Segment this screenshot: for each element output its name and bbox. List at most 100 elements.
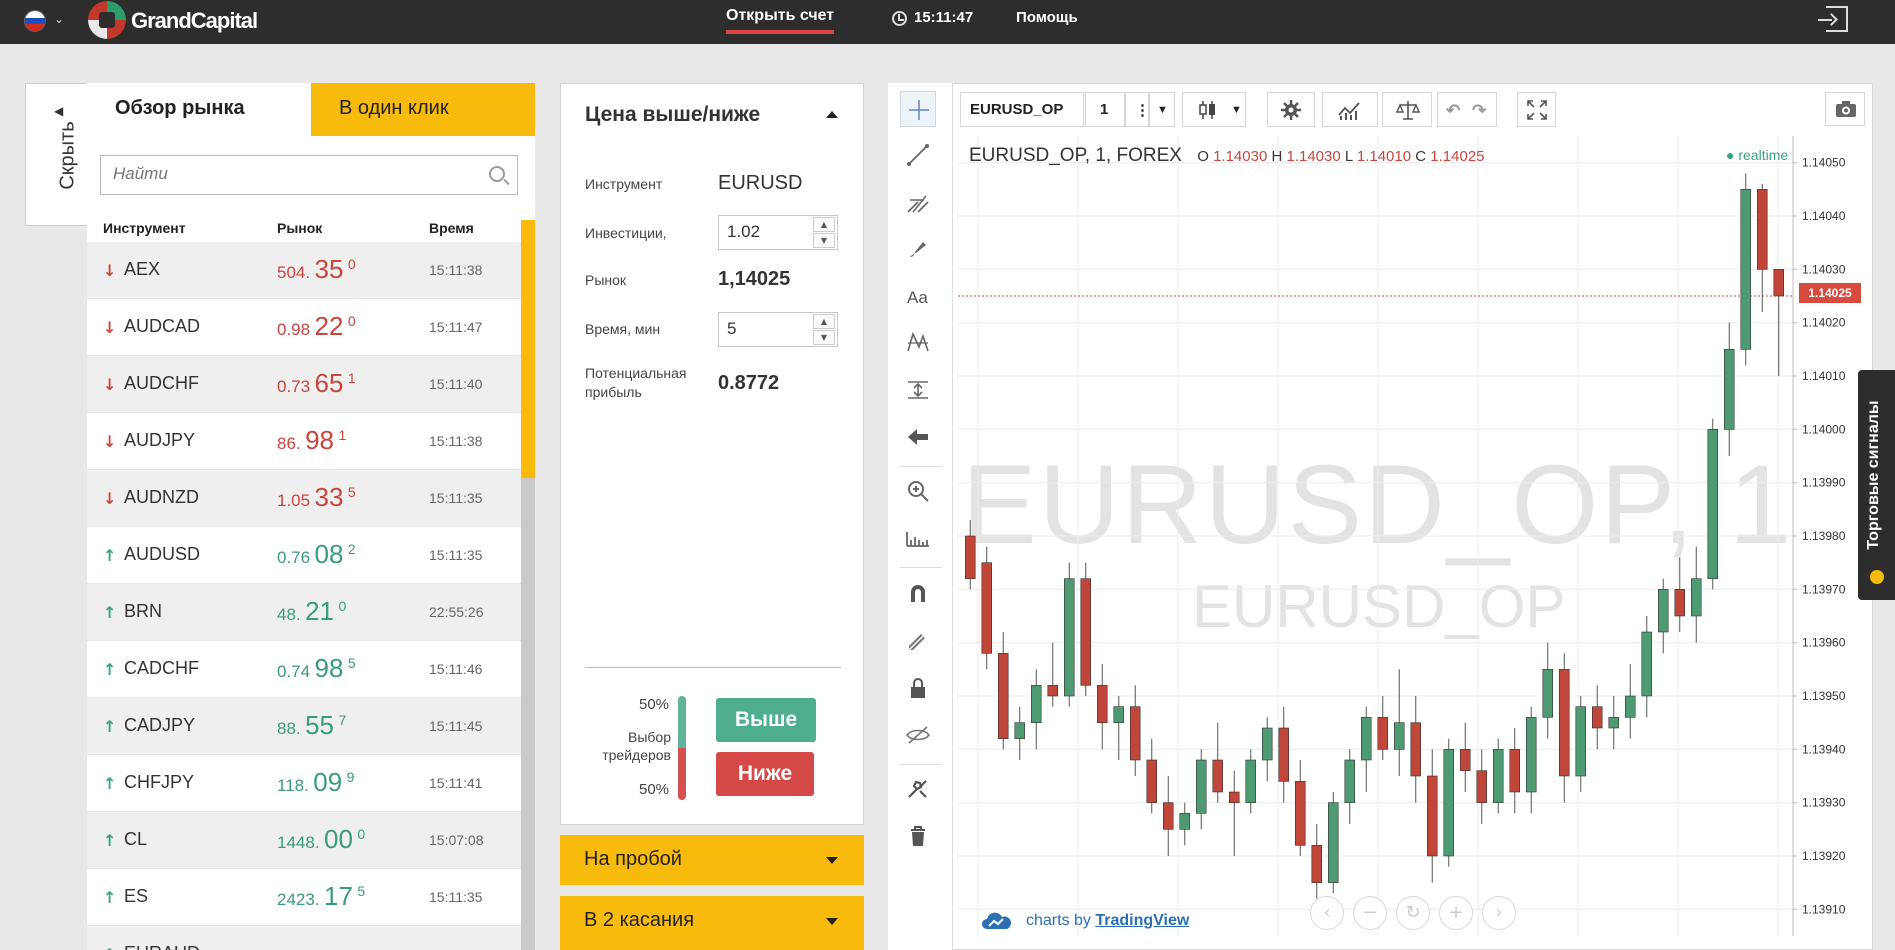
scroll-right-button[interactable]: › <box>1482 896 1516 930</box>
increment-investment-button[interactable]: ▲ <box>813 217 835 232</box>
fullscreen-button[interactable] <box>1517 92 1556 127</box>
text-tool-icon[interactable]: Aa <box>900 278 936 314</box>
table-row[interactable]: ↑ BRN 48. 21 0 22:55:26 <box>87 584 521 641</box>
search-input[interactable] <box>113 156 483 192</box>
expiry-time-input[interactable] <box>719 313 807 345</box>
price-tick-label: 1.13970 <box>1802 582 1846 596</box>
chart-style-button[interactable]: ▼ <box>1182 92 1246 127</box>
column-header-time[interactable]: Время <box>429 220 474 236</box>
russia-flag-icon[interactable] <box>24 10 46 32</box>
chevron-down-icon[interactable]: ▼ <box>1149 92 1175 127</box>
undo-icon[interactable]: ↶ <box>1446 101 1460 121</box>
price-pips: 65 <box>314 368 344 398</box>
brush-tool-icon[interactable] <box>900 231 936 267</box>
crosshair-tool-icon[interactable] <box>900 91 936 127</box>
instrument-symbol: BRN <box>124 601 163 621</box>
trash-icon[interactable] <box>900 818 936 854</box>
table-row[interactable]: ↓ AEX 504. 35 0 15:11:38 <box>87 242 521 299</box>
table-row[interactable]: ↓ AUDJPY 86. 98 1 15:11:38 <box>87 413 521 470</box>
tab-one-click[interactable]: В один клик <box>311 83 535 136</box>
trend-line-tool-icon[interactable] <box>900 137 936 173</box>
arrow-down-icon: ↓ <box>103 375 117 394</box>
symbol-search-button[interactable]: EURUSD_OP <box>960 92 1084 127</box>
search-icon[interactable] <box>489 166 505 182</box>
table-row[interactable]: ↑ CADCHF 0.74 98 5 15:11:46 <box>87 641 521 698</box>
decrement-investment-button[interactable]: ▼ <box>813 233 835 248</box>
pattern-tool-icon[interactable] <box>900 325 936 361</box>
table-row[interactable]: ↑ ES 2423. 17 5 15:11:35 <box>87 869 521 926</box>
table-row[interactable]: ↑ AUDUSD 0.76 08 2 15:11:35 <box>87 527 521 584</box>
price-major: 0.74 <box>277 662 311 681</box>
settings-button[interactable] <box>1267 92 1315 127</box>
tab-market-overview[interactable]: Обзор рынка <box>87 83 311 136</box>
top-bar: ⌄ GrandCapital Открыть счет 15:11:47 Пом… <box>0 0 1895 44</box>
arrow-down-icon: ↓ <box>103 432 117 451</box>
hide-drawings-icon[interactable] <box>900 717 936 753</box>
interval-button[interactable]: 1 <box>1085 92 1125 127</box>
caret-up-icon[interactable] <box>826 111 838 118</box>
open-account-link[interactable]: Открыть счет <box>726 7 835 34</box>
trade-title[interactable]: Цена выше/ниже <box>585 103 760 127</box>
candle-body <box>965 535 976 579</box>
fullscreen-icon <box>1527 100 1547 120</box>
zoom-out-button[interactable]: − <box>1353 896 1387 930</box>
table-row[interactable]: ↑ CHFJPY 118. 09 9 15:11:41 <box>87 755 521 812</box>
increment-time-button[interactable]: ▲ <box>813 314 835 329</box>
table-row[interactable]: ↑ CADJPY 88. 55 7 15:11:45 <box>87 698 521 755</box>
compare-button[interactable] <box>1382 92 1432 127</box>
tradingview-logo-icon[interactable] <box>981 912 1013 930</box>
stay-drawing-icon[interactable] <box>900 623 936 659</box>
candle-body <box>1558 669 1570 777</box>
zoom-in-icon[interactable] <box>900 473 936 509</box>
scrollbar-thumb[interactable] <box>521 220 535 478</box>
accordion-breakout[interactable]: На пробой <box>560 835 864 885</box>
lock-icon[interactable] <box>900 670 936 706</box>
price-tick-label: 1.13940 <box>1802 742 1846 756</box>
interval-menu-icon[interactable]: ⋮ <box>1125 92 1150 127</box>
candle-body <box>1575 706 1586 777</box>
trade-panel: Цена выше/ниже Инструмент EURUSD Инвести… <box>560 83 864 825</box>
indicators-button[interactable] <box>1322 92 1378 127</box>
scroll-left-button[interactable]: ‹ <box>1310 896 1344 930</box>
measure-tool-icon[interactable] <box>900 372 936 408</box>
price-pips: 35 <box>314 254 344 284</box>
chart-legend-title[interactable]: EURUSD_OP, 1, FOREX <box>969 145 1182 166</box>
logout-icon[interactable] <box>1818 6 1848 32</box>
lower-button[interactable]: Ниже <box>716 752 814 796</box>
tradingview-link[interactable]: TradingView <box>1095 912 1189 929</box>
redo-icon[interactable]: ↷ <box>1472 101 1486 121</box>
hide-sidebar-label: Скрыть <box>56 121 79 190</box>
table-row[interactable]: ↓ AUDCHF 0.73 65 1 15:11:40 <box>87 356 521 413</box>
table-row[interactable]: ↓ AUDNZD 1.05 33 5 15:11:35 <box>87 470 521 527</box>
higher-button[interactable]: Выше <box>716 698 816 742</box>
help-link[interactable]: Помощь <box>1016 9 1078 26</box>
ruler-icon[interactable] <box>900 520 936 556</box>
table-row[interactable]: ↑ EURAUD <box>87 926 521 950</box>
zoom-in-button[interactable]: + <box>1439 896 1473 930</box>
arrow-left-icon[interactable] <box>900 419 936 455</box>
accordion-two-touches[interactable]: В 2 касания <box>560 896 864 950</box>
column-header-instrument[interactable]: Инструмент <box>103 220 186 236</box>
column-header-market[interactable]: Рынок <box>277 220 322 236</box>
table-row[interactable]: ↓ AUDCAD 0.98 22 0 15:11:47 <box>87 299 521 356</box>
tradingview-credit[interactable]: charts by TradingView <box>1026 912 1189 930</box>
trading-signals-tab[interactable]: Торговые сигналы <box>1858 370 1895 600</box>
table-row[interactable]: ↑ CL 1448. 00 0 15:07:08 <box>87 812 521 869</box>
traders-down-percent: 50% <box>639 781 670 798</box>
pitchfork-tool-icon[interactable] <box>900 184 936 220</box>
arrow-up-icon: ↑ <box>103 888 117 907</box>
investment-input[interactable] <box>719 216 807 248</box>
tools-icon[interactable] <box>900 771 936 807</box>
candle-body <box>1146 759 1158 803</box>
candlestick-chart[interactable]: 1.14050 1.14040 1.14030 1.14020 1.14010 1.140… <box>958 136 1858 936</box>
decrement-time-button[interactable]: ▼ <box>813 330 835 345</box>
candle-body <box>1525 717 1537 793</box>
camera-icon[interactable] <box>1825 92 1865 126</box>
logo-icon[interactable] <box>88 1 126 39</box>
reset-chart-button[interactable]: ↻ <box>1396 896 1430 930</box>
logo-text[interactable]: GrandCapital <box>131 8 258 34</box>
magnet-icon[interactable] <box>900 576 936 612</box>
hide-sidebar-button[interactable]: ◀ Скрыть <box>25 83 88 226</box>
price-tick-label: 1.13950 <box>1802 689 1846 703</box>
chevron-down-icon[interactable]: ⌄ <box>54 12 64 26</box>
